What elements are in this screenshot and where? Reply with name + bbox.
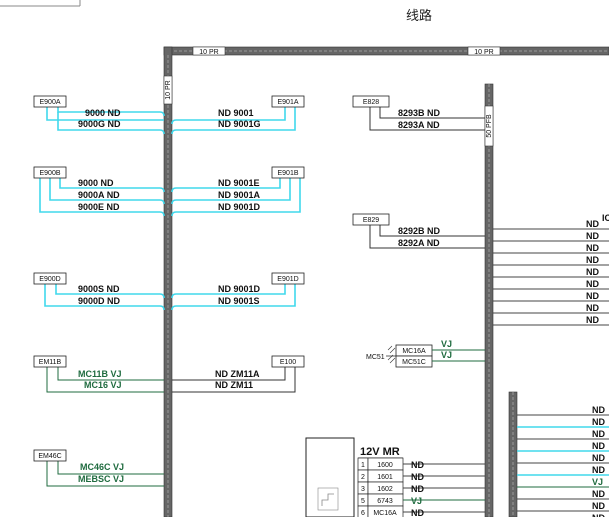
wire-label: 9000G ND	[78, 119, 121, 129]
terminal-num: 6	[361, 510, 365, 517]
trunk-vertical-mid-label: 50 PFB	[486, 114, 493, 138]
wire-label: ND ZM11	[215, 380, 253, 390]
wire-label: ND	[592, 429, 605, 439]
wire-label: ND	[592, 489, 605, 499]
trunk-top-label-left: 10 PR	[199, 49, 218, 56]
wire-label: ND 9001S	[218, 296, 260, 306]
trunk-vertical-right	[508, 391, 518, 517]
wire-label: ND	[586, 315, 599, 325]
wire-label: ND	[411, 472, 424, 482]
relay-mc51: MC51 MC16A MC51C VJ VJ	[366, 339, 485, 368]
wire-label: ND 9001D	[218, 284, 261, 294]
page-title: 线路	[406, 8, 432, 24]
wire-label: MC46C VJ	[80, 462, 124, 472]
wire-label: ND ZM11A	[215, 369, 260, 379]
wire-label: MC16 VJ	[84, 380, 122, 390]
wire-label: ND	[592, 405, 605, 415]
wire-label: ND	[586, 231, 599, 241]
terminal-label-e900a: E900A	[39, 99, 60, 106]
trunk-vertical-left-label: 10 PR	[165, 80, 172, 99]
wire-label: ND	[592, 513, 605, 517]
wiring-diagram: 线路 10 PR 10 PR 10 PR 50 PFB E900A E901A	[0, 0, 609, 517]
wire-label: ND 9001A	[218, 190, 261, 200]
group-e829: E829 8292B ND 8292A ND	[352, 213, 485, 249]
terminal-num: 5	[361, 498, 365, 505]
terminal-label-e900d: E900D	[39, 276, 60, 283]
wire-label: ND 9001D	[218, 202, 261, 212]
wire-label: ND	[592, 417, 605, 427]
wire-label: MEBSC VJ	[78, 474, 124, 484]
wire-label: ND 9001G	[218, 119, 261, 129]
group-e828: E828 8293B ND 8293A ND	[352, 95, 485, 131]
terminal-label-e829: E829	[363, 217, 379, 224]
wire-label: ND	[586, 243, 599, 253]
wire-label: 8293A ND	[398, 120, 440, 130]
terminal-label-em46c: EM46C	[38, 453, 61, 460]
wire-label: 9000A ND	[78, 190, 120, 200]
wire-label: 8292B ND	[398, 226, 441, 236]
terminal-label-e901b: E901B	[277, 170, 298, 177]
wire-label: ND	[411, 508, 424, 517]
wire-label: 9000 ND	[78, 178, 114, 188]
right-column-1: IC ND ND ND ND ND ND ND ND ND	[493, 213, 609, 326]
wire-label: ND	[592, 465, 605, 475]
trunk-top: 10 PR 10 PR	[163, 46, 609, 56]
terminal-wire: 6743	[377, 498, 393, 505]
terminal-label-e901a: E901A	[277, 99, 298, 106]
terminal-label-em11b: EM11B	[39, 359, 62, 366]
wire-label: ND	[592, 501, 605, 511]
wire-label: ND	[592, 441, 605, 451]
wire-label: 8292A ND	[398, 238, 440, 248]
relay-contact-label: MC16A	[402, 348, 426, 355]
terminal-wire: 1602	[377, 486, 393, 493]
wire-label: VJ	[592, 477, 603, 487]
wire-label: VJ	[441, 339, 452, 349]
right-column-2: ND ND ND ND ND ND VJ ND ND ND	[517, 405, 609, 517]
wire-label: ND	[586, 255, 599, 265]
terminal-wire: 1600	[377, 462, 393, 469]
wire-label: ND 9001	[218, 108, 254, 118]
wire-label: MC11B VJ	[78, 369, 122, 379]
wire-label: 8293B ND	[398, 108, 441, 118]
terminal-block-title: 12V MR	[360, 446, 400, 458]
wire-label: ND	[411, 460, 424, 470]
terminal-num: 3	[361, 486, 365, 493]
terminal-num: 2	[361, 474, 365, 481]
wire-label: ND 9001E	[218, 178, 260, 188]
trunk-vertical-mid: 50 PFB	[484, 83, 494, 517]
group-em46c: EM46C MC46C VJ MEBSC VJ	[33, 449, 164, 487]
trunk-vertical-left: 10 PR	[163, 46, 173, 517]
wire-label: ND	[586, 291, 599, 301]
terminal-num: 1	[361, 462, 365, 469]
terminal-block-12v-mr: 12V MR 1 1600 ND 2 1601 ND 3 1602 ND 5 6743 VJ 6 MC16…	[305, 437, 485, 517]
wire-label: 9000D ND	[78, 296, 121, 306]
terminal-label-e100: E100	[280, 359, 296, 366]
terminal-label-e901d: E901D	[277, 276, 298, 283]
wire-label: ND	[592, 453, 605, 463]
wire-label: VJ	[411, 496, 422, 506]
wire-label: ND	[411, 484, 424, 494]
terminal-label-e828: E828	[363, 99, 379, 106]
relay-contact-label: MC51C	[402, 359, 426, 366]
diagram-canvas: 线路 10 PR 10 PR 10 PR 50 PFB E900A E901A	[0, 0, 609, 517]
wire-label: ND	[586, 267, 599, 277]
relay-label: MC51	[366, 354, 385, 361]
wire-label: ND	[586, 303, 599, 313]
wire-label: ND	[586, 279, 599, 289]
terminal-wire: MC16A	[373, 510, 397, 517]
wire-label: ND	[586, 219, 599, 229]
wire-label: 9000E ND	[78, 202, 120, 212]
wire-label: 9000S ND	[78, 284, 120, 294]
column-label: IC	[602, 213, 609, 223]
wire-label: 9000 ND	[85, 108, 121, 118]
wire-label: VJ	[441, 350, 452, 360]
trunk-top-label-right: 10 PR	[474, 49, 493, 56]
terminal-wire: 1601	[377, 474, 393, 481]
terminal-label-e900b: E900B	[39, 170, 60, 177]
